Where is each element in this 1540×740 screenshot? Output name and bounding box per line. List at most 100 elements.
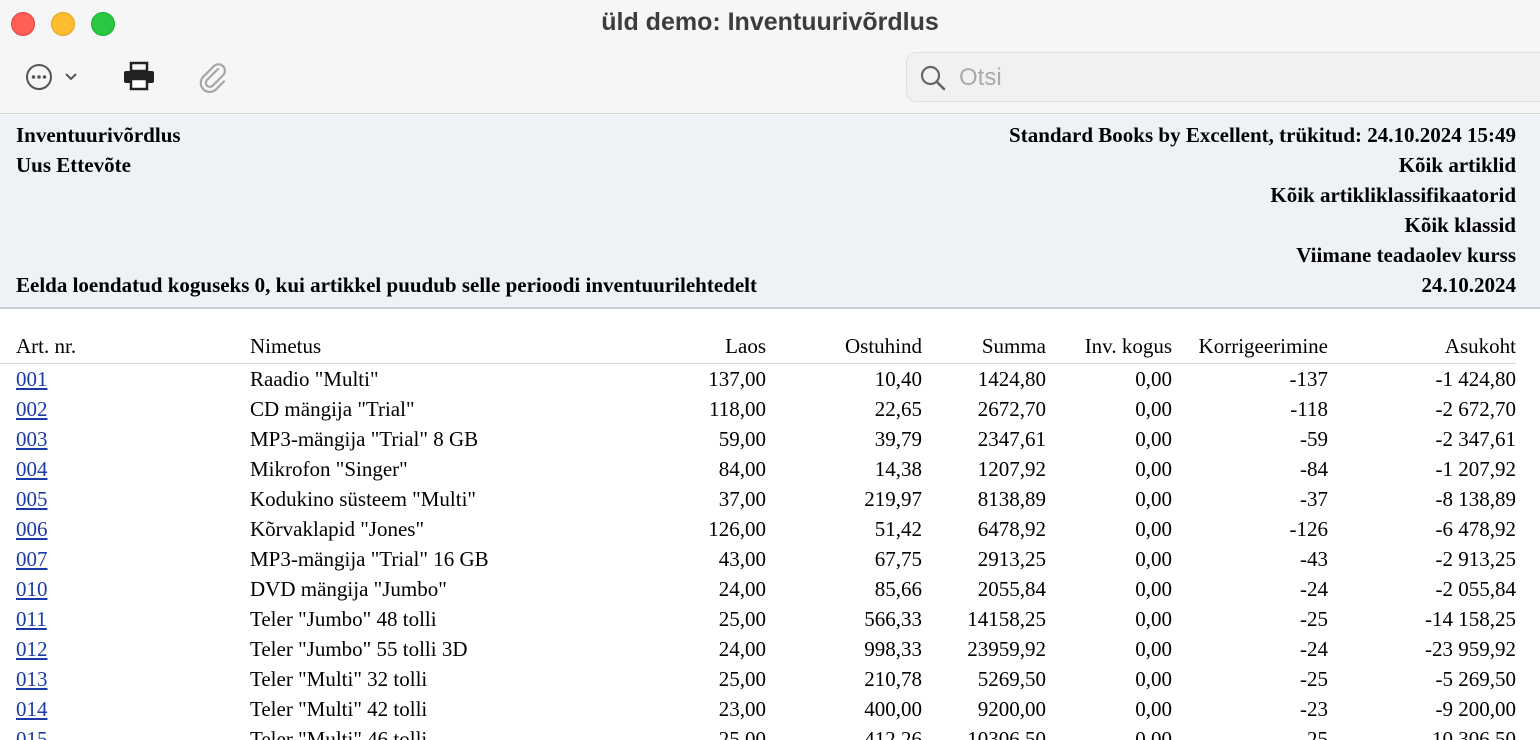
assumption-note: Eelda loendatud koguseks 0, kui artikkel…: [16, 273, 757, 297]
table-row: 002 CD mängija "Trial" 118,00 22,65 2672,70 0…: [0, 394, 1516, 424]
cell-name: DVD mängija "Jumbo": [250, 577, 447, 601]
cell-art-nr: 014: [0, 694, 250, 724]
cell-name: Teler "Jumbo" 55 tolli 3D: [250, 637, 468, 661]
inventory-comparison-table: Art. nr. Nimetus Laos Ostuhind Summa Inv…: [0, 330, 1540, 740]
cell-stock: 24,00: [718, 637, 766, 661]
cell-stock: 25,00: [718, 727, 766, 740]
more-actions-button[interactable]: [24, 62, 78, 92]
cell-adjustment: -24: [1300, 637, 1328, 661]
cell-sum: 1424,80: [977, 367, 1046, 391]
col-header-purchase-price: Ostuhind: [844, 334, 922, 358]
article-link[interactable]: 002: [16, 397, 48, 421]
cell-purchase-price: 10,40: [874, 367, 922, 391]
table-row: 012 Teler "Jumbo" 55 tolli 3D 24,00 998,33 2…: [0, 634, 1516, 664]
cell-purchase-price: 39,79: [874, 427, 922, 451]
cell-location: -2 347,61: [1435, 427, 1517, 451]
cell-location: -1 424,80: [1435, 367, 1517, 391]
cell-location: -1 207,92: [1435, 457, 1517, 481]
cell-purchase-price: 51,42: [874, 517, 922, 541]
company-name: Uus Ettevõte: [16, 153, 131, 177]
cell-name: Raadio "Multi": [250, 367, 379, 391]
cell-adjustment: -118: [1290, 397, 1328, 421]
cell-purchase-price: 14,38: [874, 457, 922, 481]
cell-adjustment: -59: [1300, 427, 1328, 451]
cell-location: -2 913,25: [1435, 547, 1517, 571]
cell-stock: 137,00: [708, 367, 766, 391]
cell-location: -9 200,00: [1435, 697, 1517, 721]
cell-inv-qty: 0,00: [1135, 577, 1172, 601]
article-link[interactable]: 012: [16, 637, 48, 661]
cell-adjustment: -84: [1300, 457, 1328, 481]
cell-adjustment: -43: [1300, 547, 1328, 571]
cell-inv-qty: 0,00: [1135, 457, 1172, 481]
cell-inv-qty: 0,00: [1135, 367, 1172, 391]
table-row: 010 DVD mängija "Jumbo" 24,00 85,66 2055,84 0…: [0, 574, 1516, 604]
article-link[interactable]: 011: [16, 607, 47, 631]
report-header: Inventuurivõrdlus Uus Ettevõte Eelda loe…: [0, 115, 1540, 309]
cell-sum: 14158,25: [967, 607, 1046, 631]
cell-art-nr: 006: [0, 514, 250, 544]
article-link[interactable]: 005: [16, 487, 48, 511]
cell-art-nr: 004: [0, 454, 250, 484]
cell-location: -10 306,50: [1425, 727, 1516, 740]
cell-stock: 118,00: [709, 397, 766, 421]
search-input[interactable]: [959, 61, 1519, 95]
cell-name: MP3-mängija "Trial" 16 GB: [250, 547, 489, 571]
cell-inv-qty: 0,00: [1135, 607, 1172, 631]
article-link[interactable]: 003: [16, 427, 48, 451]
cell-location: -6 478,92: [1435, 517, 1517, 541]
attach-button[interactable]: [196, 60, 230, 94]
cell-purchase-price: 412,26: [864, 727, 922, 740]
col-header-art-nr: Art. nr.: [16, 334, 77, 358]
report-title: Inventuurivõrdlus: [16, 123, 181, 147]
table-row: 007 MP3-mängija "Trial" 16 GB 43,00 67,75 29…: [0, 544, 1516, 574]
cell-sum: 9200,00: [977, 697, 1046, 721]
cell-sum: 8138,89: [977, 487, 1046, 511]
report-window: üld demo: Inventuurivõrdlus Otsi Inventu…: [0, 0, 1540, 740]
cell-purchase-price: 219,97: [864, 487, 922, 511]
article-link[interactable]: 010: [16, 577, 48, 601]
cell-inv-qty: 0,00: [1135, 637, 1172, 661]
article-link[interactable]: 013: [16, 667, 48, 691]
cell-name: Mikrofon "Singer": [250, 457, 408, 481]
cell-purchase-price: 67,75: [874, 547, 922, 571]
col-header-sum: Summa: [981, 334, 1046, 358]
cell-art-nr: 012: [0, 634, 250, 664]
cell-sum: 6478,92: [977, 517, 1046, 541]
chevron-down-icon: [65, 73, 77, 81]
cell-name: Teler "Multi" 32 tolli: [250, 667, 428, 691]
cell-sum: 2913,25: [977, 547, 1046, 571]
col-header-inv-qty: Inv. kogus: [1084, 334, 1172, 358]
cell-adjustment: -25: [1300, 667, 1328, 691]
cell-name: CD mängija "Trial": [250, 397, 415, 421]
cell-adjustment: -126: [1289, 517, 1329, 541]
col-header-location: Asukoht: [1444, 334, 1516, 358]
cell-art-nr: 013: [0, 664, 250, 694]
article-link[interactable]: 014: [16, 697, 48, 721]
cell-adjustment: -137: [1289, 367, 1329, 391]
ellipsis-circle-icon: [26, 64, 52, 90]
article-link[interactable]: 004: [16, 457, 48, 481]
cell-adjustment: -25: [1300, 607, 1328, 631]
cell-name: Kodukino süsteem "Multi": [250, 487, 476, 511]
article-link[interactable]: 006: [16, 517, 48, 541]
article-link[interactable]: 015: [16, 727, 48, 740]
cell-purchase-price: 566,33: [864, 607, 922, 631]
print-button[interactable]: [122, 60, 158, 92]
cell-purchase-price: 400,00: [864, 697, 922, 721]
search-field[interactable]: [906, 52, 1540, 102]
cell-location: -2 055,84: [1435, 577, 1517, 601]
cell-inv-qty: 0,00: [1135, 517, 1172, 541]
cell-adjustment: -24: [1300, 577, 1328, 601]
printed-info: Standard Books by Excellent, trükitud: 2…: [1009, 123, 1516, 147]
cell-location: -5 269,50: [1435, 667, 1517, 691]
filter-classifiers: Kõik artikliklassifikaatorid: [1270, 183, 1516, 207]
table-row: 011 Teler "Jumbo" 48 tolli 25,00 566,33 1415…: [0, 604, 1516, 634]
cell-stock: 126,00: [708, 517, 766, 541]
paperclip-icon: [199, 63, 226, 93]
cell-location: -2 672,70: [1435, 397, 1517, 421]
window-title: üld demo: Inventuurivõrdlus: [601, 8, 939, 36]
article-link[interactable]: 007: [16, 547, 48, 571]
cell-inv-qty: 0,00: [1135, 697, 1172, 721]
article-link[interactable]: 001: [16, 367, 48, 391]
